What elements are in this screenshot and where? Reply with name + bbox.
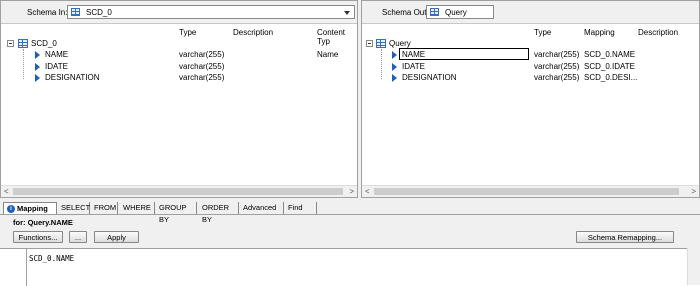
field-type: varchar(255) [534, 62, 580, 71]
mapping-editor[interactable]: SCD_0.NAME [26, 248, 700, 286]
ellipsis-button[interactable]: ... [69, 231, 87, 243]
apply-button[interactable]: Apply [94, 231, 139, 243]
scroll-left-icon[interactable]: < [365, 187, 370, 196]
table-icon [430, 8, 439, 16]
col-header-content-type[interactable]: Content Typ [317, 28, 357, 46]
field-type: varchar(255) [534, 73, 580, 82]
horizontal-scrollbar[interactable]: < > [362, 185, 699, 197]
info-icon: i [7, 205, 15, 214]
field-type: varchar(255) [179, 50, 225, 59]
col-header-mapping[interactable]: Mapping [584, 28, 615, 37]
scroll-left-icon[interactable]: < [4, 187, 9, 196]
schema-out-value: Query [445, 8, 467, 17]
table-icon [71, 8, 80, 16]
field-name[interactable]: DESIGNATION [402, 73, 457, 84]
tab-mapping[interactable]: i Mapping [3, 202, 57, 214]
col-header-type[interactable]: Type [534, 28, 551, 37]
schema-out-label: Schema Out: [382, 8, 429, 17]
scroll-right-icon[interactable]: > [691, 187, 696, 196]
collapse-icon[interactable] [7, 40, 14, 47]
tab-select[interactable]: SELECT [58, 202, 90, 214]
editor-gutter [0, 248, 26, 286]
field-arrow-icon [392, 74, 397, 82]
field-arrow-icon [392, 63, 397, 71]
schema-in-label: Schema In: [27, 8, 68, 17]
field-type: varchar(255) [179, 73, 225, 82]
tab-group-by[interactable]: GROUP BY [156, 202, 197, 224]
field-name[interactable]: IDATE [45, 62, 68, 73]
schema-out-field[interactable]: Query [426, 5, 494, 19]
field-mapping: SCD_0.NAME [584, 50, 636, 59]
field-arrow-icon [35, 63, 40, 71]
tab-strip: i Mapping SELECT FROM WHERE GROUP BY ORDE… [0, 201, 700, 224]
field-content-type: Name [317, 50, 339, 59]
field-arrow-icon [392, 51, 397, 59]
field-name[interactable]: IDATE [402, 62, 425, 73]
schema-out-pane: Schema Out: Query Type Mapping Descripti… [361, 0, 700, 198]
field-mapping: SCD_0.DESI... [584, 73, 638, 82]
field-arrow-icon [35, 74, 40, 82]
col-header-description[interactable]: Description [638, 28, 678, 37]
mapping-expression[interactable]: SCD_0.NAME [29, 254, 74, 263]
vertical-scrollbar[interactable] [687, 248, 700, 285]
field-mapping: SCD_0.IDATE [584, 62, 635, 71]
schema-in-header: Schema In: SCD_0 [1, 1, 357, 24]
tree-root-scd0[interactable]: SCD_0 [31, 39, 57, 50]
scroll-right-icon[interactable]: > [349, 187, 354, 196]
field-name[interactable]: DESIGNATION [45, 73, 100, 84]
field-name[interactable]: NAME [402, 50, 425, 61]
schema-remapping-button[interactable]: Schema Remapping... [576, 231, 674, 243]
horizontal-scrollbar[interactable]: < > [1, 185, 357, 197]
schema-in-dropdown[interactable]: SCD_0 [67, 5, 355, 19]
tree-connector [23, 49, 24, 79]
schema-out-header: Schema Out: Query [362, 1, 699, 24]
field-name[interactable]: NAME [45, 50, 68, 61]
table-icon [376, 39, 386, 48]
scroll-thumb[interactable] [374, 188, 679, 195]
tab-from[interactable]: FROM [91, 202, 118, 214]
collapse-icon[interactable] [366, 40, 373, 47]
chevron-down-icon[interactable] [342, 8, 352, 17]
col-header-type[interactable]: Type [179, 28, 196, 37]
schema-in-pane: Schema In: SCD_0 Type Description Conten… [0, 0, 358, 198]
field-arrow-icon [35, 51, 40, 59]
functions-button[interactable]: Functions... [13, 231, 63, 243]
tab-advanced[interactable]: Advanced [240, 202, 284, 214]
field-type: varchar(255) [534, 50, 580, 59]
tab-label: Mapping [17, 204, 48, 213]
tree-connector [381, 49, 382, 79]
field-type: varchar(255) [179, 62, 225, 71]
scroll-thumb[interactable] [13, 188, 343, 195]
tab-find[interactable]: Find [285, 202, 317, 214]
schema-in-value: SCD_0 [86, 8, 112, 17]
mapping-target-label: for: Query.NAME [13, 218, 73, 227]
table-icon [18, 39, 28, 48]
col-header-description[interactable]: Description [233, 28, 273, 37]
tab-order-by[interactable]: ORDER BY [199, 202, 239, 224]
tab-where[interactable]: WHERE [120, 202, 155, 214]
